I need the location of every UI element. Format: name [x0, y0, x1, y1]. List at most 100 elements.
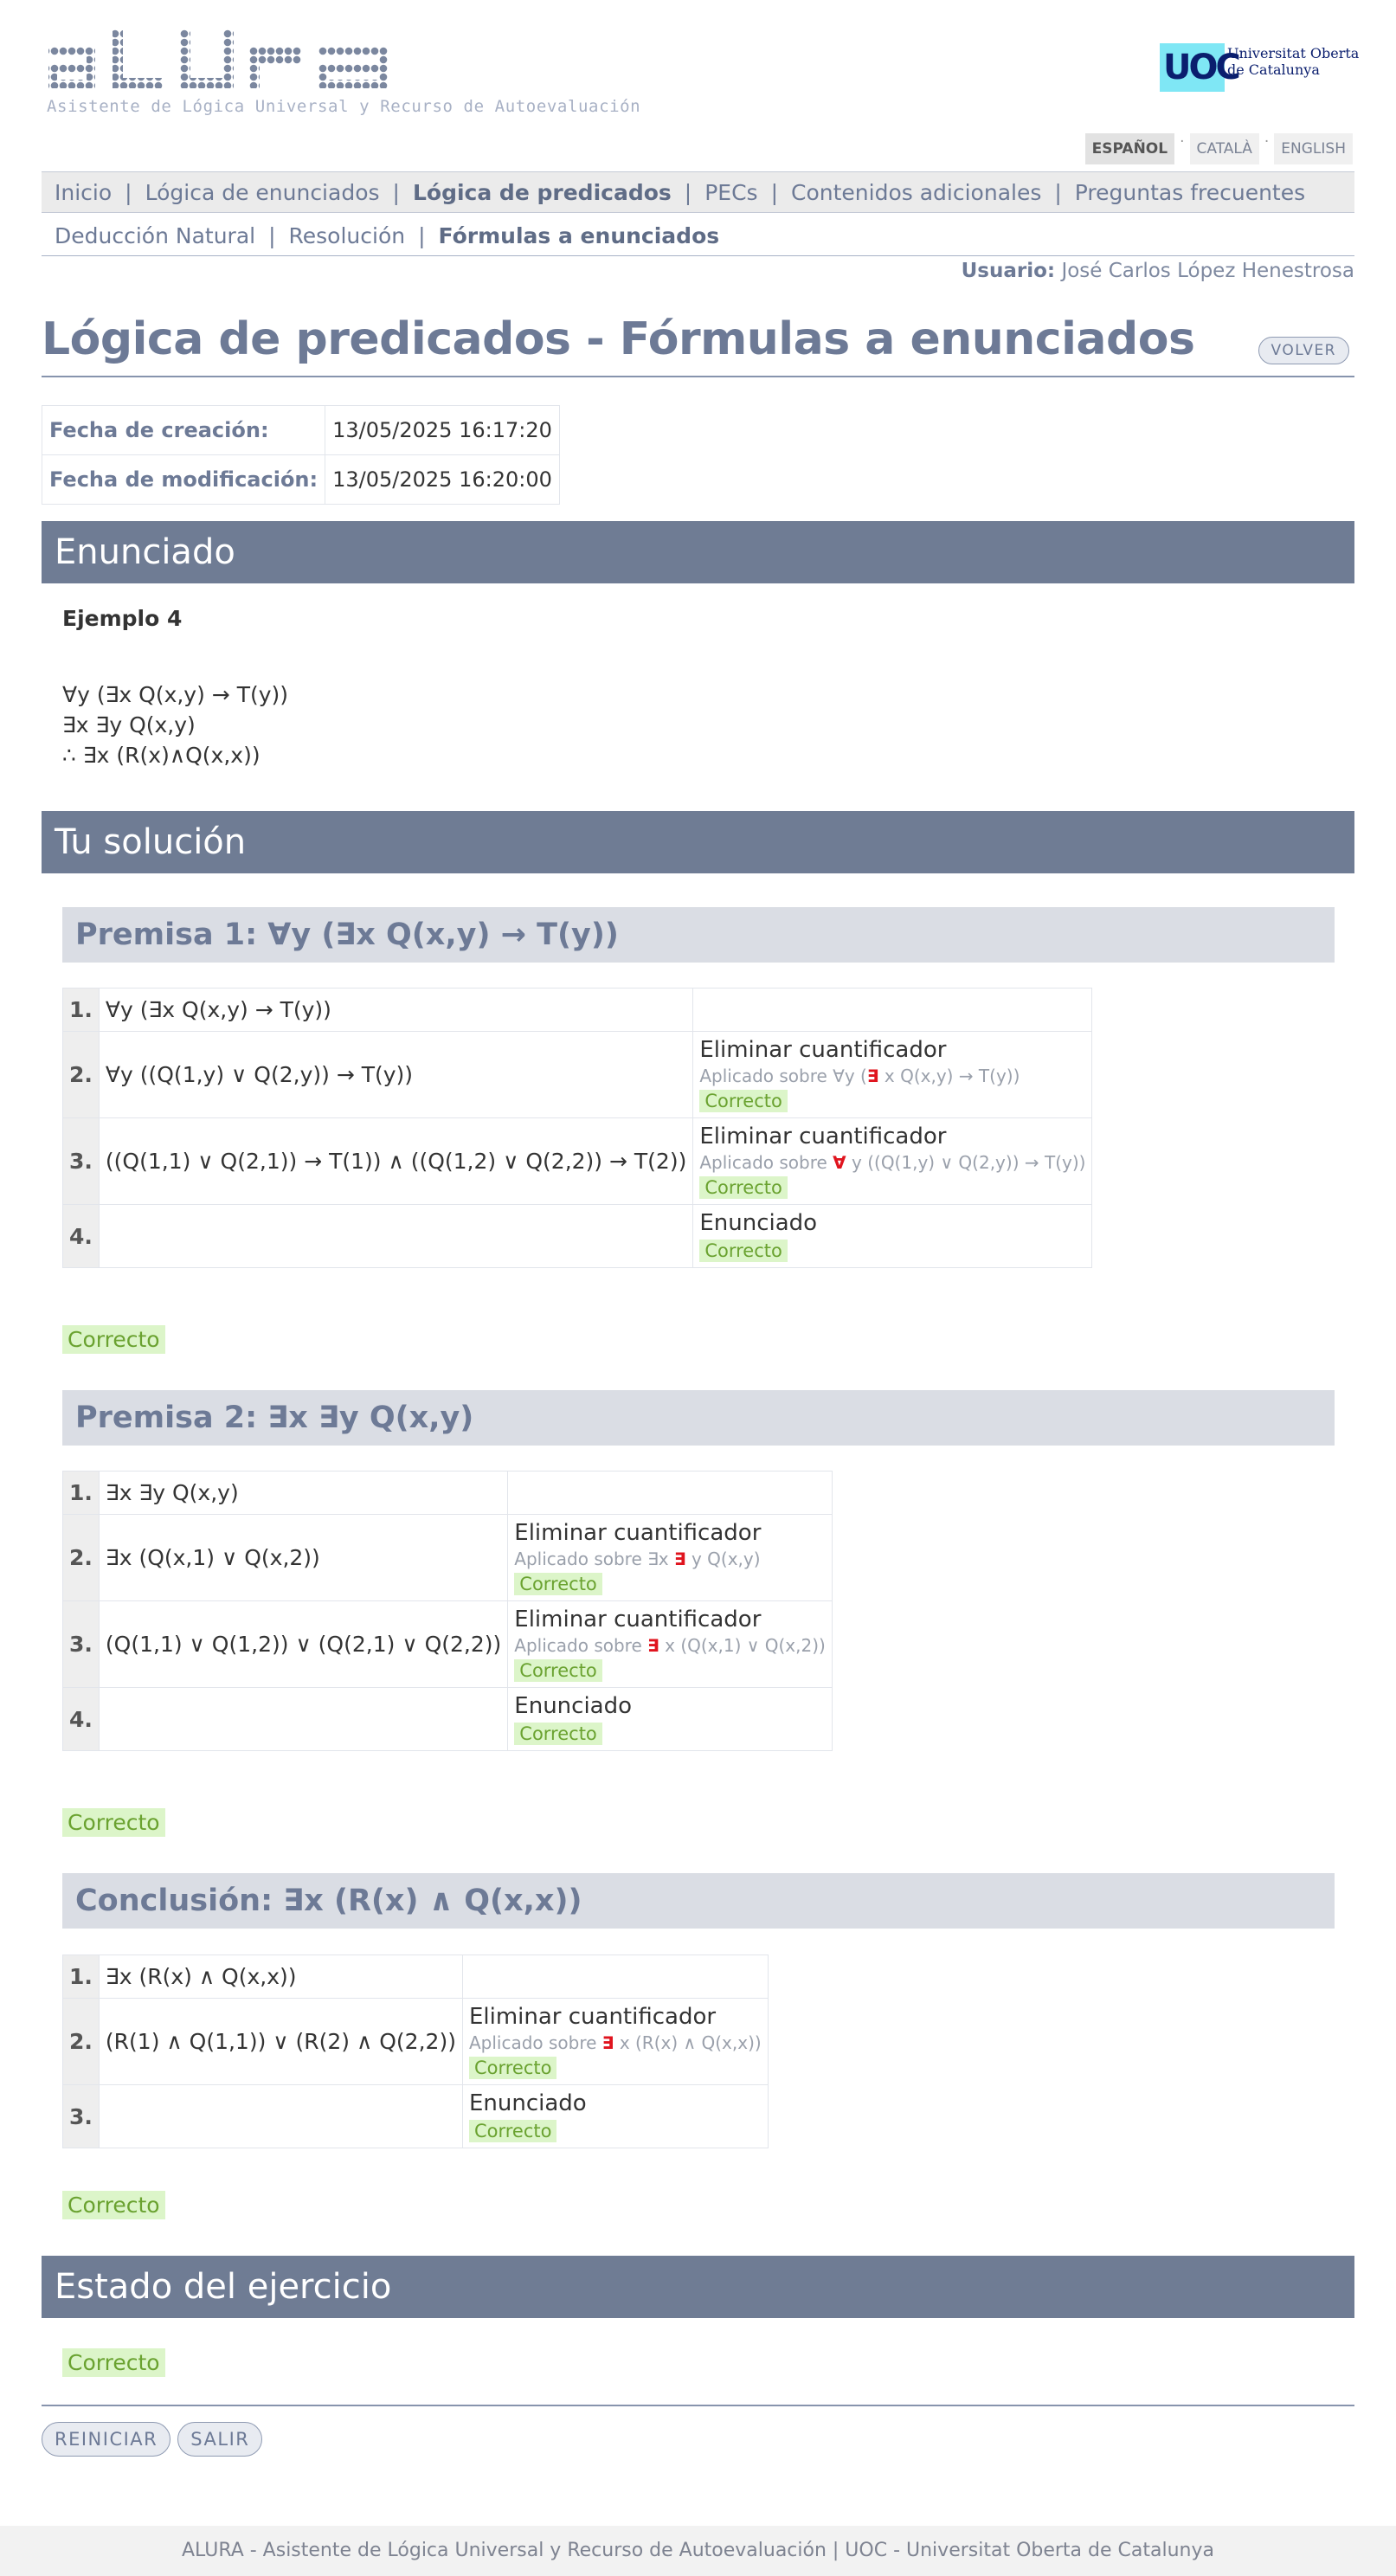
- footer: ALURA - Asistente de Lógica Universal y …: [0, 2526, 1396, 2576]
- table-row: 2. ∀y ((Q(1,y) ∨ Q(2,y)) → T(y)) Elimina…: [62, 1031, 1093, 1118]
- row-justification: Eliminar cuantificador Aplicado sobre ∃x…: [507, 1514, 833, 1601]
- row-formula: ∃x (R(x) ∧ Q(x,x)): [98, 1955, 463, 1999]
- modified-label: Fecha de modificación:: [41, 454, 326, 505]
- uoc-logo-text: Universitat Oberta de Catalunya: [1227, 45, 1359, 78]
- nav-separator: |: [1054, 179, 1062, 205]
- rule-name: Enunciado: [699, 1210, 818, 1236]
- table-row: 3. ((Q(1,1) ∨ Q(2,1)) → T(1)) ∧ ((Q(1,2)…: [62, 1117, 1093, 1205]
- status-badge: Correcto: [514, 1659, 602, 1682]
- nav-separator: |: [418, 223, 426, 248]
- dates-table: Fecha de creación: 13/05/2025 16:17:20 F…: [41, 405, 560, 505]
- action-buttons: REINICIAR SALIR: [42, 2422, 263, 2457]
- section-solucion-header: Tu solución: [42, 811, 1354, 873]
- row-number: 1.: [62, 988, 100, 1032]
- table-row: 1. ∃x ∃y Q(x,y): [62, 1471, 833, 1515]
- row-number: 2.: [62, 1998, 100, 2085]
- table-row: 2. (R(1) ∧ Q(1,1)) ∨ (R(2) ∧ Q(2,2)) Eli…: [62, 1998, 769, 2085]
- row-number: 3.: [62, 1600, 100, 1688]
- nav-contenidos-adicionales[interactable]: Contenidos adicionales: [778, 180, 1054, 205]
- status-badge: Correcto: [468, 2120, 557, 2142]
- user-label: Usuario:: [961, 260, 1056, 282]
- nav-inicio[interactable]: Inicio: [42, 180, 125, 205]
- row-number: 4.: [62, 1687, 100, 1751]
- row-formula: [98, 1687, 509, 1751]
- applied-prefix: Aplicado sobre: [514, 1635, 648, 1656]
- section-estado-header: Estado del ejercicio: [42, 2256, 1354, 2318]
- status-badge: Correcto: [699, 1176, 788, 1199]
- nav-pecs[interactable]: PECs: [692, 180, 770, 205]
- row-formula: [98, 2084, 463, 2148]
- highlighted-quantifier: ∃: [647, 1635, 659, 1656]
- applied-rest: x (Q(x,1) ∨ Q(x,2)): [665, 1635, 826, 1656]
- back-button[interactable]: VOLVER: [1258, 337, 1349, 364]
- subnav-deduccion-natural[interactable]: Deducción Natural: [42, 223, 268, 248]
- nav-separator: |: [392, 179, 400, 205]
- row-number: 1.: [62, 1955, 100, 1999]
- subnav-formulas-enunciados[interactable]: Fórmulas a enunciados: [426, 223, 733, 248]
- lang-en[interactable]: ENGLISH: [1274, 133, 1353, 164]
- rule-name: Eliminar cuantificador: [699, 1124, 947, 1150]
- premise-2-title: Premisa 2: ∃x ∃y Q(x,y): [62, 1390, 1335, 1446]
- rule-name: Eliminar cuantificador: [514, 1520, 762, 1546]
- row-formula: ∀y (∃x Q(x,y) → T(y)): [98, 988, 694, 1032]
- status-badge: Correcto: [62, 1325, 165, 1354]
- restart-button[interactable]: REINICIAR: [42, 2422, 171, 2457]
- row-justification: [461, 1955, 769, 1999]
- applied-rest: x Q(x,y) → T(y)): [884, 1066, 1020, 1086]
- row-justification: Eliminar cuantificador Aplicado sobre ∀ …: [692, 1117, 1093, 1205]
- rule-name: Enunciado: [468, 2090, 587, 2116]
- lang-es[interactable]: ESPAÑOL: [1084, 133, 1175, 164]
- row-formula: ∃x ∃y Q(x,y): [98, 1471, 509, 1515]
- created-value: 13/05/2025 16:17:20: [325, 405, 560, 455]
- applied-on: Aplicado sobre ∃x ∃ y Q(x,y): [514, 1549, 826, 1569]
- row-formula: ∀y ((Q(1,y) ∨ Q(2,y)) → T(y)): [98, 1031, 694, 1118]
- created-label: Fecha de creación:: [41, 405, 326, 455]
- row-number: 4.: [62, 1204, 100, 1268]
- user-info: Usuario: José Carlos López Henestrosa: [962, 260, 1354, 282]
- premise-1-result: Correcto: [62, 1322, 165, 1354]
- premise-2-result: Correcto: [62, 1805, 165, 1837]
- status-badge: Correcto: [62, 2191, 165, 2219]
- nav-separator: |: [268, 223, 276, 248]
- row-number: 2.: [62, 1031, 100, 1118]
- rule-name: Eliminar cuantificador: [514, 1607, 762, 1633]
- nav-preguntas-frecuentes[interactable]: Preguntas frecuentes: [1062, 180, 1318, 205]
- table-row: 2. ∃x (Q(x,1) ∨ Q(x,2)) Eliminar cuantif…: [62, 1514, 833, 1601]
- exit-button[interactable]: SALIR: [177, 2422, 263, 2457]
- lang-ca[interactable]: CATALÀ: [1189, 133, 1259, 164]
- status-badge: Correcto: [699, 1240, 788, 1262]
- conclusion-title: Conclusión: ∃x (R(x) ∧ Q(x,x)): [62, 1873, 1335, 1929]
- primary-nav: Inicio | Lógica de enunciados | Lógica d…: [42, 171, 1354, 213]
- rule-name: Eliminar cuantificador: [468, 2004, 717, 2030]
- nav-logica-predicados[interactable]: Lógica de predicados: [400, 180, 685, 205]
- row-justification: Enunciado Correcto: [692, 1204, 1093, 1268]
- nav-logica-enunciados[interactable]: Lógica de enunciados: [132, 180, 393, 205]
- uoc-logo[interactable]: UOC Universitat Oberta de Catalunya: [1160, 43, 1359, 93]
- row-number: 3.: [62, 2084, 100, 2148]
- lang-separator: ·: [1264, 133, 1270, 151]
- premise-2-table: 1. ∃x ∃y Q(x,y) 2. ∃x (Q(x,1) ∨ Q(x,2)) …: [62, 1471, 833, 1751]
- title-divider: [42, 376, 1354, 377]
- page-title: Lógica de predicados - Fórmulas a enunci…: [42, 313, 1195, 365]
- premise-1-title: Premisa 1: ∀y (∃x Q(x,y) → T(y)): [62, 907, 1335, 963]
- row-number: 3.: [62, 1117, 100, 1205]
- row-justification: Eliminar cuantificador Aplicado sobre ∃ …: [461, 1998, 769, 2085]
- row-justification: [692, 988, 1093, 1032]
- highlighted-quantifier: ∃: [866, 1066, 879, 1086]
- nav-separator: |: [125, 179, 132, 205]
- status-badge: Correcto: [514, 1573, 602, 1595]
- bottom-divider: [42, 2405, 1354, 2406]
- rule-name: Enunciado: [514, 1693, 633, 1719]
- status-badge: Correcto: [699, 1090, 788, 1112]
- enunciado-content: Ejemplo 4 ∀y (∃x Q(x,y) → T(y)) ∃x ∃y Q(…: [62, 606, 288, 770]
- premise-1-table: 1. ∀y (∃x Q(x,y) → T(y)) 2. ∀y ((Q(1,y) …: [62, 988, 1093, 1268]
- applied-rest: y ((Q(1,y) ∨ Q(2,y)) → T(y)): [852, 1152, 1086, 1173]
- conclusion-table: 1. ∃x (R(x) ∧ Q(x,x)) 2. (R(1) ∧ Q(1,1))…: [62, 1955, 769, 2148]
- subnav-resolucion[interactable]: Resolución: [276, 223, 419, 248]
- row-number: 2.: [62, 1514, 100, 1601]
- modified-value: 13/05/2025 16:20:00: [325, 454, 560, 505]
- applied-rest: x (R(x) ∧ Q(x,x)): [619, 2032, 762, 2053]
- row-formula: (R(1) ∧ Q(1,1)) ∨ (R(2) ∧ Q(2,2)): [98, 1998, 463, 2085]
- table-row: 1. ∀y (∃x Q(x,y) → T(y)): [62, 988, 1093, 1032]
